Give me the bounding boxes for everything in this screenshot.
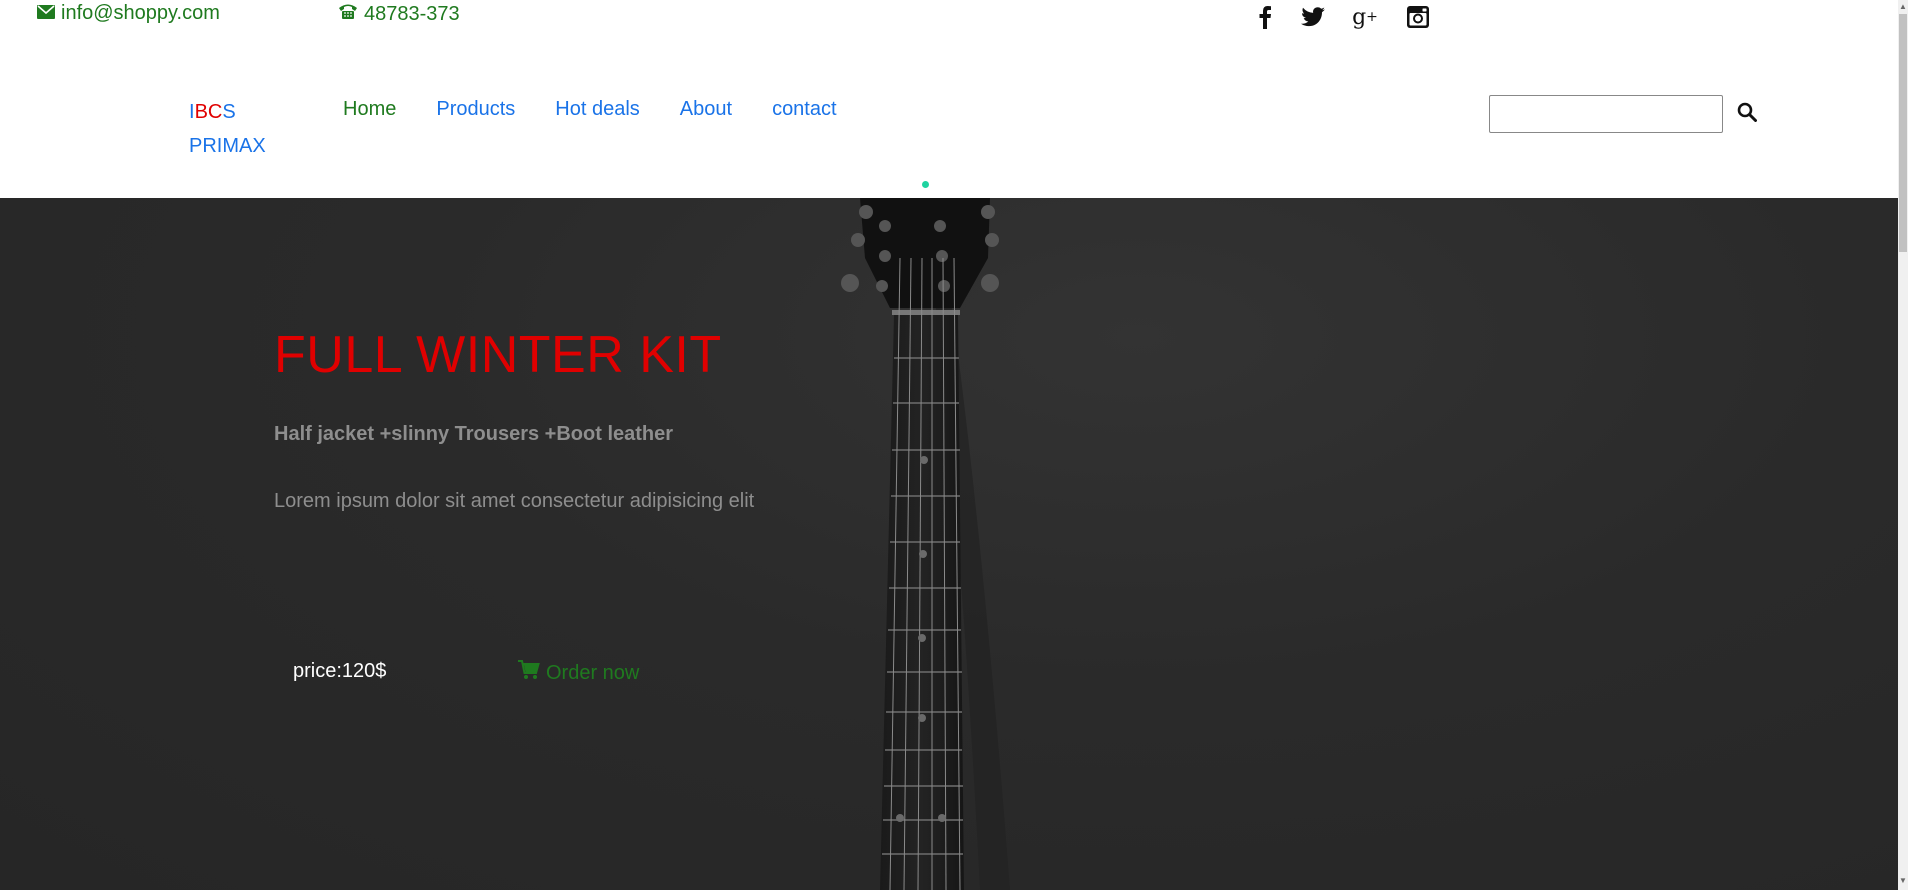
facebook-icon[interactable] (1248, 2, 1282, 32)
phone-text: 48783-373 (364, 2, 460, 25)
email-text: info@shoppy.com (61, 2, 220, 24)
nav-item-home[interactable]: Home (343, 98, 396, 121)
site-logo[interactable]: IBCS PRIMAX (189, 95, 266, 163)
nav-item-contact[interactable]: contact (772, 98, 836, 121)
logo-letters-bc: BC (194, 101, 223, 123)
order-now-button[interactable]: Order now (518, 660, 639, 686)
price-label: price:120$ (293, 660, 387, 682)
search-icon (1737, 102, 1757, 127)
logo-line-1: IBCS (189, 95, 266, 129)
page-scrollbar[interactable]: ▲ ▼ (1898, 0, 1908, 890)
shopping-cart-icon (518, 660, 540, 686)
envelope-icon (37, 2, 55, 25)
hero-title: FULL WINTER KIT (274, 326, 722, 384)
top-bar: info@shoppy.com 48783-373 g + (0, 0, 1898, 40)
hero-subtitle: Half jacket +slinny Trousers +Boot leath… (274, 423, 674, 445)
nav-menu: Home Products Hot deals About contact (343, 98, 877, 121)
search-input[interactable] (1489, 95, 1723, 133)
hero-description: Lorem ipsum dolor sit amet consectetur a… (274, 490, 755, 512)
instagram-icon[interactable] (1401, 2, 1435, 32)
order-now-label: Order now (546, 661, 640, 684)
hero-banner: FULL WINTER KIT Half jacket +slinny Trou… (0, 198, 1898, 890)
logo-line-2: PRIMAX (189, 135, 266, 157)
twitter-icon[interactable] (1296, 2, 1330, 32)
carousel-indicator[interactable] (922, 181, 929, 188)
nav-item-hot-deals[interactable]: Hot deals (555, 98, 640, 121)
nav-item-products[interactable]: Products (436, 98, 515, 121)
scroll-down-arrow[interactable]: ▼ (1899, 876, 1907, 886)
logo-letter-s: S (222, 101, 236, 123)
contact-email[interactable]: info@shoppy.com (37, 2, 220, 25)
phone-icon (338, 2, 358, 26)
scrollbar-thumb[interactable] (1899, 14, 1907, 252)
guitar-image (841, 198, 1010, 890)
google-plus-icon[interactable]: g + (1348, 2, 1382, 32)
search-button[interactable] (1733, 100, 1761, 128)
scroll-up-arrow[interactable]: ▲ (1899, 2, 1907, 12)
nav-item-about[interactable]: About (680, 98, 732, 121)
contact-phone[interactable]: 48783-373 (338, 2, 460, 26)
